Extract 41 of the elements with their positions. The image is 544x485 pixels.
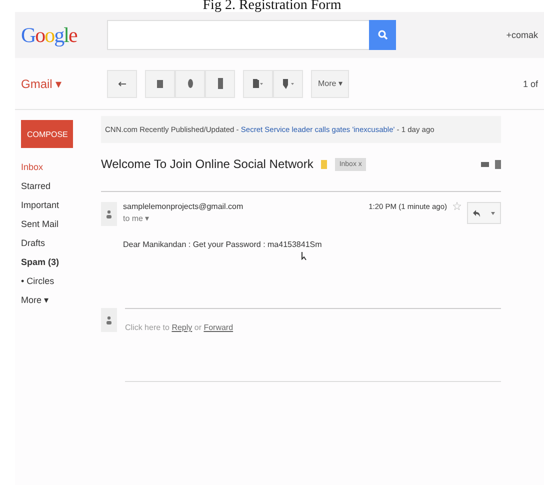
- reply-button[interactable]: [467, 202, 501, 224]
- user-link[interactable]: +comak: [506, 30, 538, 40]
- caret-icon: [490, 212, 495, 214]
- logo: Google: [21, 22, 78, 48]
- email-subject: Welcome To Join Online Social Network: [101, 157, 314, 171]
- folder-icon: [253, 79, 263, 88]
- forward-link[interactable]: Forward: [204, 323, 234, 332]
- sidebar-item[interactable]: Important: [21, 196, 101, 215]
- sidebar-item[interactable]: Sent Mail: [21, 215, 101, 234]
- search-button[interactable]: [369, 20, 396, 50]
- sidebar-item[interactable]: More ▾: [21, 291, 101, 310]
- search-icon: [378, 30, 388, 40]
- email-body: Dear Manikandan : Get your Password : ma4153841Sm: [123, 240, 323, 249]
- compose-button[interactable]: COMPOSE: [21, 120, 73, 148]
- delete-button[interactable]: [205, 70, 235, 98]
- sidebar-item[interactable]: • Circles: [21, 272, 101, 291]
- reply-link[interactable]: Reply: [172, 323, 192, 332]
- recipient-menu[interactable]: to me ▾: [123, 214, 363, 223]
- star-icon[interactable]: [453, 202, 461, 210]
- person-icon: [106, 315, 112, 325]
- sender-email: samplelemonprojects@gmail.com: [123, 202, 244, 211]
- mouse-cursor-icon: [301, 252, 307, 260]
- sidebar-item[interactable]: Drafts: [21, 234, 101, 253]
- reply-prompt: Click here to Reply or Forward: [125, 323, 234, 332]
- sidebar-item[interactable]: Spam (3): [21, 253, 101, 272]
- archive-button[interactable]: [145, 70, 175, 98]
- search-field[interactable]: [107, 20, 369, 50]
- tag-icon: [282, 78, 294, 88]
- figure-caption: Fig 2. Registration Form: [202, 0, 342, 12]
- sidebar-item[interactable]: Starred: [21, 177, 101, 196]
- label-button[interactable]: [273, 70, 303, 98]
- move-button[interactable]: [243, 70, 273, 98]
- app-menu[interactable]: Gmail ▾: [21, 76, 107, 90]
- reply-arrow-icon: [473, 210, 480, 216]
- spam-button[interactable]: [175, 70, 205, 98]
- label-marker-icon: [321, 160, 328, 168]
- person-icon: [106, 209, 112, 219]
- back-arrow-icon: [118, 80, 126, 86]
- more-button[interactable]: More ▾: [311, 70, 350, 98]
- sidebar-item[interactable]: Inbox: [21, 158, 101, 177]
- page-counter: 1 of: [522, 78, 538, 88]
